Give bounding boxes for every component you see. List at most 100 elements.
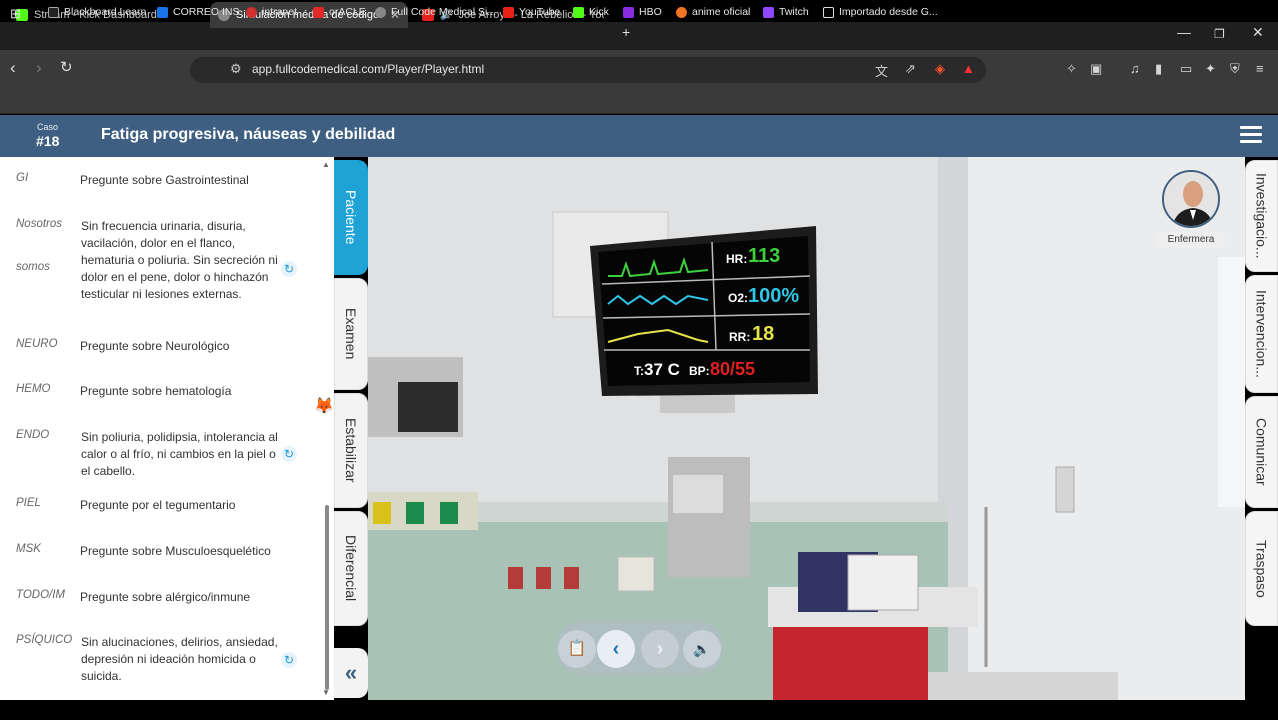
- refresh-icon[interactable]: ↻: [281, 446, 297, 462]
- bookmark-twitch[interactable]: Twitch: [763, 6, 809, 18]
- case-number: #18: [36, 133, 60, 149]
- scroll-up-icon[interactable]: ▲: [322, 160, 330, 169]
- pointer-mascot-icon: 🦊: [314, 398, 334, 415]
- o2-value: 100%: [748, 285, 800, 307]
- translate-icon[interactable]: 文: [875, 61, 888, 80]
- scrollbar-thumb[interactable]: [325, 505, 329, 690]
- reload-icon[interactable]: ↻: [60, 58, 73, 76]
- ros-text: Pregunte sobre Gastrointestinal: [80, 173, 249, 187]
- ros-code: PIEL: [16, 497, 41, 509]
- extensions-icon[interactable]: ✧: [1066, 61, 1077, 77]
- hamburger-menu-icon[interactable]: [1240, 126, 1262, 144]
- sound-icon[interactable]: 🔈: [683, 630, 721, 668]
- tab-traspaso[interactable]: Traspaso: [1245, 511, 1278, 626]
- oracle-icon: [313, 6, 324, 18]
- bp-value: 80/55: [710, 359, 756, 379]
- ros-code: Nosotros: [16, 218, 63, 230]
- hr-label: HR:: [726, 252, 748, 266]
- bookmark-imported[interactable]: Importado desde G...: [823, 6, 938, 18]
- site-info-icon[interactable]: ⚙: [230, 61, 242, 77]
- bookmark-anime[interactable]: anime oficial: [676, 6, 750, 18]
- scroll-down-icon[interactable]: ▼: [322, 688, 330, 697]
- blackboard-icon: [48, 6, 59, 18]
- bookmark-oracle[interactable]: orACLE: [313, 6, 366, 18]
- bookmark-hbo[interactable]: HBO: [623, 6, 662, 18]
- ros-code: HEMO: [16, 383, 51, 395]
- twitch-icon: [763, 6, 774, 18]
- ros-code: PSÍQUICO: [16, 634, 73, 646]
- ros-text: Pregunte sobre alérgico/inmune: [80, 590, 251, 604]
- brave-shield-icon[interactable]: ◈: [935, 61, 945, 77]
- window-close-icon[interactable]: ✕: [1252, 24, 1264, 41]
- vpn-icon[interactable]: ⛨: [1230, 61, 1240, 77]
- forward-icon[interactable]: ›: [36, 58, 42, 78]
- tab-estabilizar[interactable]: Estabilizar: [334, 393, 368, 508]
- ros-code: GI: [16, 172, 29, 184]
- tab-investigacion[interactable]: Investigacio...: [1245, 160, 1278, 272]
- browser-menu-icon[interactable]: ≡: [1256, 61, 1264, 76]
- correo-icon: [157, 6, 168, 18]
- tab-comunicar[interactable]: Comunicar: [1245, 396, 1278, 508]
- leo-icon[interactable]: ✦: [1205, 61, 1216, 77]
- sidebar-icon[interactable]: ▮: [1155, 61, 1162, 77]
- url-text[interactable]: app.fullcodemedical.com/Player/Player.ht…: [252, 62, 484, 76]
- ros-text: Pregunte sobre Musculoesquelético: [80, 544, 271, 558]
- hr-value: 113: [748, 245, 781, 267]
- bookmarks-bar: [0, 88, 1278, 114]
- ros-text: Pregunte por el tegumentario: [80, 498, 236, 512]
- globe-icon: [375, 6, 386, 18]
- bookmark-blackboard[interactable]: Blackboard Learn: [48, 6, 146, 18]
- clipboard-icon[interactable]: 📋: [558, 630, 596, 668]
- temp-value: 37 C: [644, 360, 680, 379]
- ros-code: NEURO: [16, 338, 58, 350]
- bookmark-intranet[interactable]: intranet: [246, 6, 297, 18]
- bookmark-kick[interactable]: Kick: [573, 6, 609, 18]
- temp-label: T:: [634, 364, 644, 378]
- tab-diferencial[interactable]: Diferencial: [334, 511, 368, 626]
- ros-text: Sin poliuria, polidipsia, intolerancia a…: [81, 430, 278, 478]
- previous-icon[interactable]: ‹: [597, 630, 635, 668]
- hbo-icon: [623, 6, 634, 18]
- apps-icon[interactable]: ⊞: [10, 6, 21, 22]
- kick-icon: [573, 6, 584, 18]
- nurse-avatar[interactable]: [1162, 170, 1220, 228]
- simulation-scene[interactable]: HR: 113 O2: 100% RR: 18 T: 37 C BP: 80/5…: [368, 157, 1245, 700]
- refresh-icon[interactable]: ↻: [281, 261, 297, 277]
- ros-text: Sin alucinaciones, delirios, ansiedad, d…: [81, 635, 278, 683]
- nurse-label: Enfermera: [1157, 232, 1225, 248]
- rr-value: 18: [752, 323, 775, 345]
- tab-paciente[interactable]: Paciente: [334, 160, 368, 275]
- refresh-icon[interactable]: ↻: [281, 652, 297, 668]
- ros-code: somos: [16, 261, 50, 273]
- wallet-icon[interactable]: ▭: [1180, 61, 1192, 77]
- crunchyroll-icon: [676, 6, 687, 18]
- brave-rewards-icon[interactable]: ▲: [962, 61, 975, 76]
- ros-text: Pregunte sobre hematología: [80, 384, 232, 398]
- minimize-icon[interactable]: —: [1177, 24, 1191, 40]
- bp-label: BP:: [689, 364, 710, 378]
- bookmark-youtube[interactable]: YouTube: [503, 6, 560, 18]
- tab-intervencion[interactable]: Intervencion...: [1245, 275, 1278, 393]
- tab-examen[interactable]: Examen: [334, 278, 368, 390]
- restore-icon[interactable]: ❐: [1214, 27, 1225, 41]
- o2-label: O2:: [728, 291, 749, 305]
- folder-icon: [823, 6, 834, 18]
- bookmark-correo[interactable]: CORREO INS: [157, 6, 240, 18]
- bottom-bar: [0, 700, 1278, 720]
- case-label: Caso: [37, 122, 59, 132]
- back-icon[interactable]: ‹: [10, 58, 16, 78]
- ros-panel: GI Pregunte sobre Gastrointestinal Nosot…: [0, 157, 334, 700]
- rr-label: RR:: [729, 330, 751, 344]
- screenshot-icon[interactable]: ▣: [1090, 61, 1102, 77]
- new-tab-icon[interactable]: +: [622, 24, 630, 40]
- collapse-panel-icon[interactable]: «: [334, 648, 368, 698]
- youtube-icon: [503, 6, 514, 18]
- media-icon[interactable]: ♫: [1130, 61, 1140, 76]
- share-icon[interactable]: ⇗: [905, 61, 916, 77]
- next-icon[interactable]: ›: [641, 630, 679, 668]
- ros-code: MSK: [16, 543, 41, 555]
- screen: Stream - Kick Dashboard Simulación médic…: [0, 0, 1278, 720]
- bookmark-fullcode[interactable]: Full Code Medical Si...: [375, 6, 496, 18]
- intranet-icon: [246, 6, 257, 18]
- ros-code: TODO/IM: [16, 589, 65, 601]
